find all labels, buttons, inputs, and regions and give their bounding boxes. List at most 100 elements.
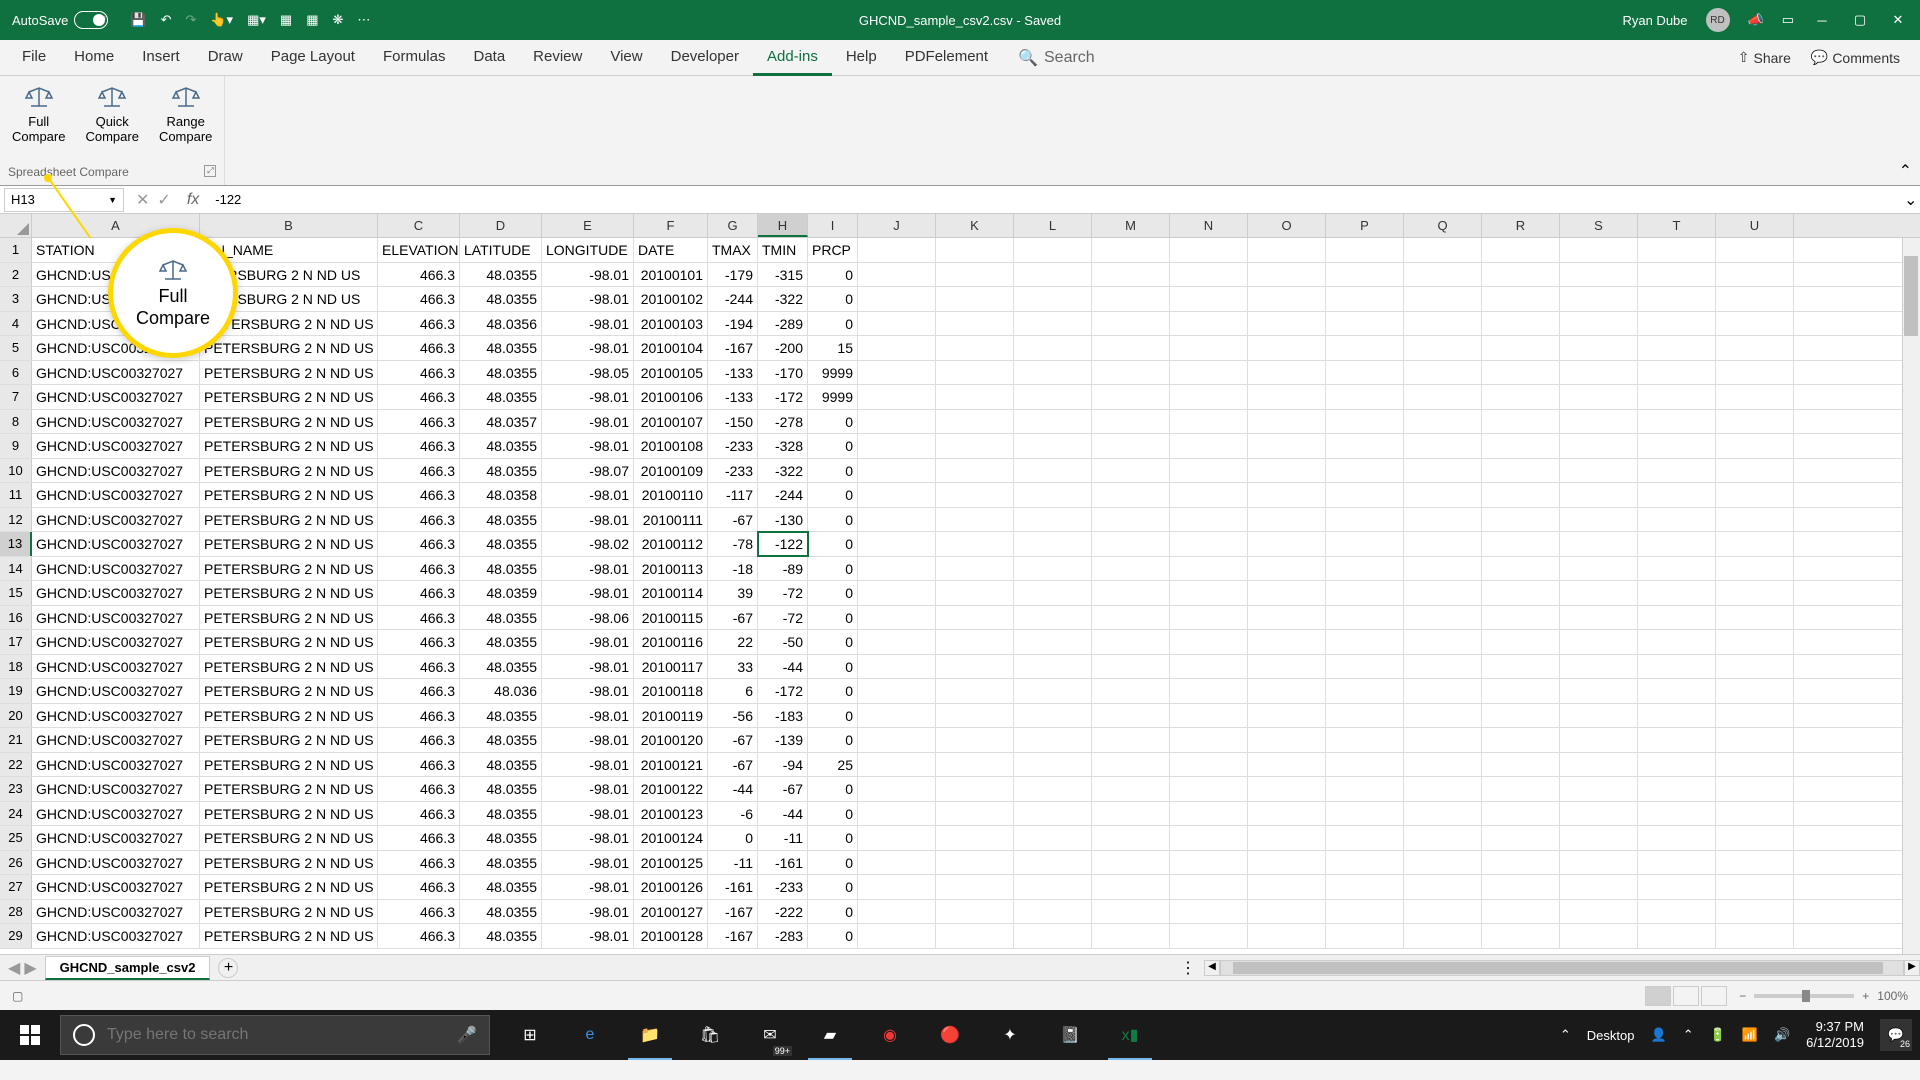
cell[interactable]: -167	[708, 900, 758, 924]
column-header-S[interactable]: S	[1560, 214, 1638, 237]
cell[interactable]: -98.01	[542, 679, 634, 703]
table-icon[interactable]: ▦	[306, 12, 318, 28]
cell[interactable]: GHCND:USC00327027	[32, 679, 200, 703]
cell[interactable]: PETERSBURG 2 N ND US	[200, 532, 378, 556]
redo-icon[interactable]: ↷	[185, 12, 196, 28]
cell[interactable]	[1248, 728, 1326, 752]
cell[interactable]: 48.0355	[460, 287, 542, 311]
cell[interactable]: PETERSBURG 2 N ND US	[200, 508, 378, 532]
cell[interactable]	[1404, 434, 1482, 458]
cell[interactable]	[1326, 361, 1404, 385]
cell[interactable]	[1716, 263, 1794, 287]
cell[interactable]	[1092, 900, 1170, 924]
cell[interactable]: 20100111	[634, 508, 708, 532]
cell[interactable]	[1482, 263, 1560, 287]
cell[interactable]: 0	[808, 434, 858, 458]
cell[interactable]	[858, 802, 936, 826]
tell-me-search[interactable]: 🔍 Search	[1018, 48, 1095, 68]
cell[interactable]: 48.0355	[460, 385, 542, 409]
cell[interactable]	[1404, 875, 1482, 899]
battery-icon[interactable]: 🔋	[1710, 1027, 1726, 1043]
cell[interactable]	[1248, 459, 1326, 483]
cell[interactable]: 48.0355	[460, 802, 542, 826]
cell[interactable]: 466.3	[378, 287, 460, 311]
cell[interactable]: GHCND:USC00327027	[32, 777, 200, 801]
cell[interactable]: 48.0355	[460, 434, 542, 458]
cell[interactable]	[1638, 753, 1716, 777]
tab-page-layout[interactable]: Page Layout	[257, 40, 369, 76]
cell[interactable]	[1092, 312, 1170, 336]
cell[interactable]: -44	[758, 655, 808, 679]
cell[interactable]	[858, 753, 936, 777]
cell[interactable]: PETERSBURG 2 N ND US	[200, 753, 378, 777]
row-header-25[interactable]: 25	[0, 826, 32, 850]
cell[interactable]: 48.0355	[460, 777, 542, 801]
cell[interactable]: -98.01	[542, 655, 634, 679]
cell[interactable]: 0	[808, 606, 858, 630]
cell[interactable]	[1170, 312, 1248, 336]
row-header-14[interactable]: 14	[0, 557, 32, 581]
cell[interactable]	[1404, 679, 1482, 703]
cell[interactable]: GHCND:USC00327027	[32, 924, 200, 948]
cell[interactable]	[1404, 508, 1482, 532]
cell[interactable]	[858, 777, 936, 801]
cell[interactable]: PETERSBURG 2 N ND US	[200, 385, 378, 409]
cell[interactable]	[1638, 434, 1716, 458]
cell[interactable]	[858, 851, 936, 875]
cell[interactable]	[1326, 459, 1404, 483]
cell[interactable]	[1248, 312, 1326, 336]
cell[interactable]	[1170, 361, 1248, 385]
cell[interactable]	[936, 361, 1014, 385]
cell[interactable]: GHCND:USC00327027	[32, 851, 200, 875]
cell[interactable]	[1092, 287, 1170, 311]
cell[interactable]	[1248, 630, 1326, 654]
macro-record-icon[interactable]: ▢	[12, 989, 23, 1003]
cell[interactable]: 466.3	[378, 704, 460, 728]
cell[interactable]: 6	[708, 679, 758, 703]
cell[interactable]: GHCND:USC00327027	[32, 532, 200, 556]
cell[interactable]	[936, 287, 1014, 311]
cell[interactable]: GHCND:USC00327027	[32, 434, 200, 458]
cell[interactable]: PETERSBURG 2 N ND US	[200, 777, 378, 801]
cell[interactable]	[1326, 508, 1404, 532]
cell[interactable]	[1482, 777, 1560, 801]
cell[interactable]: PETERSBURG 2 N ND US	[200, 606, 378, 630]
cell[interactable]	[1560, 557, 1638, 581]
cell[interactable]	[1014, 483, 1092, 507]
app-icon-2[interactable]: ✦	[982, 1010, 1038, 1060]
cell[interactable]: -98.01	[542, 336, 634, 360]
cell[interactable]	[1092, 826, 1170, 850]
cell[interactable]: 48.0358	[460, 483, 542, 507]
row-header-22[interactable]: 22	[0, 753, 32, 777]
cell[interactable]: PETERSBURG 2 N ND US	[200, 361, 378, 385]
cell[interactable]: 20100102	[634, 287, 708, 311]
cell[interactable]: -289	[758, 312, 808, 336]
cell[interactable]: -67	[708, 606, 758, 630]
cell[interactable]	[1560, 287, 1638, 311]
cell[interactable]	[1170, 851, 1248, 875]
cell[interactable]: -200	[758, 336, 808, 360]
cell[interactable]	[1716, 557, 1794, 581]
cell[interactable]	[1404, 826, 1482, 850]
cell[interactable]	[936, 238, 1014, 262]
cell[interactable]	[1404, 802, 1482, 826]
cell[interactable]	[936, 826, 1014, 850]
cell[interactable]	[1248, 581, 1326, 605]
cell[interactable]	[1092, 434, 1170, 458]
row-header-1[interactable]: 1	[0, 238, 32, 262]
cell[interactable]	[1638, 606, 1716, 630]
cell[interactable]: 48.0355	[460, 508, 542, 532]
cell[interactable]: -98.01	[542, 900, 634, 924]
cell[interactable]	[936, 410, 1014, 434]
cell[interactable]: -98.01	[542, 385, 634, 409]
cell[interactable]: LONGITUDE	[542, 238, 634, 262]
cell[interactable]	[1716, 753, 1794, 777]
cell[interactable]	[1482, 312, 1560, 336]
cell[interactable]	[1326, 581, 1404, 605]
cell[interactable]: -98.01	[542, 630, 634, 654]
cell[interactable]: -222	[758, 900, 808, 924]
cell[interactable]	[1560, 826, 1638, 850]
cell[interactable]	[1560, 606, 1638, 630]
cell[interactable]: 20100126	[634, 875, 708, 899]
column-header-U[interactable]: U	[1716, 214, 1794, 237]
